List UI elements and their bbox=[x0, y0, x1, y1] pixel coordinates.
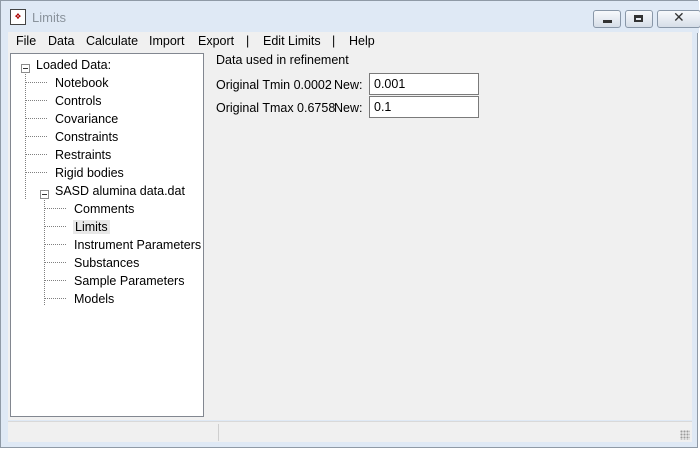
menu-import[interactable]: Import bbox=[149, 34, 184, 48]
menu-file[interactable]: File bbox=[16, 34, 36, 48]
tree-line bbox=[44, 196, 45, 305]
tree-line bbox=[44, 262, 66, 263]
tmin-new-input[interactable]: 0.001 bbox=[369, 73, 479, 95]
tree-item-substances[interactable]: Substances bbox=[74, 256, 139, 270]
tree-line bbox=[25, 136, 47, 137]
tree-line bbox=[44, 280, 66, 281]
status-bar bbox=[8, 421, 692, 442]
tmax-original-label: Original Tmax 0.6758 bbox=[216, 101, 336, 115]
tree-line bbox=[44, 244, 66, 245]
maximize-button[interactable] bbox=[625, 10, 653, 28]
tree-line bbox=[44, 208, 66, 209]
app-window: ❖ Limits ✕ File Data Calculate Import Ex… bbox=[0, 0, 700, 448]
client-area: Loaded Data: Notebook Controls Covarianc… bbox=[8, 50, 692, 420]
tmin-new-label: New: bbox=[334, 78, 363, 92]
tree-item-limits[interactable]: Limits bbox=[73, 220, 110, 234]
minimize-icon bbox=[603, 20, 612, 23]
tree-root-label[interactable]: Loaded Data: bbox=[36, 58, 111, 72]
tree-item-controls[interactable]: Controls bbox=[55, 94, 102, 108]
tree-item-covariance[interactable]: Covariance bbox=[55, 112, 118, 126]
status-separator bbox=[218, 424, 219, 441]
menu-help[interactable]: Help bbox=[349, 34, 375, 48]
tree-line bbox=[25, 154, 47, 155]
window-title: Limits bbox=[32, 10, 66, 25]
tree-item-comments[interactable]: Comments bbox=[74, 202, 134, 216]
limits-panel: Data used in refinement Original Tmin 0.… bbox=[213, 50, 688, 418]
close-icon: ✕ bbox=[673, 10, 685, 26]
tree-item-models[interactable]: Models bbox=[74, 292, 114, 306]
menu-separator: | bbox=[332, 34, 336, 48]
tmin-original-label: Original Tmin 0.0002 bbox=[216, 78, 332, 92]
tree-item-dataset[interactable]: SASD alumina data.dat bbox=[55, 184, 185, 198]
tree-line bbox=[25, 82, 47, 83]
menu-export[interactable]: Export bbox=[198, 34, 234, 48]
tree-item-notebook[interactable]: Notebook bbox=[55, 76, 109, 90]
tree-line bbox=[44, 226, 66, 227]
data-tree[interactable]: Loaded Data: Notebook Controls Covarianc… bbox=[10, 53, 204, 417]
maximize-icon bbox=[634, 15, 643, 22]
collapse-icon[interactable] bbox=[21, 64, 30, 73]
resize-grip-icon[interactable] bbox=[680, 430, 690, 440]
title-bar[interactable]: ❖ Limits ✕ bbox=[1, 1, 700, 33]
menu-data[interactable]: Data bbox=[48, 34, 74, 48]
close-button[interactable]: ✕ bbox=[657, 10, 700, 28]
gsas-logo-icon: ❖ bbox=[10, 9, 26, 25]
tree-line bbox=[25, 172, 47, 173]
tmax-new-input[interactable]: 0.1 bbox=[369, 96, 479, 118]
panel-heading: Data used in refinement bbox=[216, 53, 349, 67]
minimize-button[interactable] bbox=[593, 10, 621, 28]
menu-bar: File Data Calculate Import Export | Edit… bbox=[8, 32, 692, 50]
tree-line bbox=[25, 118, 47, 119]
tree-item-sample-parameters[interactable]: Sample Parameters bbox=[74, 274, 184, 288]
tree-line bbox=[25, 100, 47, 101]
tree-item-instrument-parameters[interactable]: Instrument Parameters bbox=[74, 238, 201, 252]
tree-item-restraints[interactable]: Restraints bbox=[55, 148, 111, 162]
menu-edit-limits[interactable]: Edit Limits bbox=[263, 34, 321, 48]
tree-item-rigid-bodies[interactable]: Rigid bodies bbox=[55, 166, 124, 180]
collapse-icon[interactable] bbox=[40, 190, 49, 199]
tree-item-constraints[interactable]: Constraints bbox=[55, 130, 118, 144]
menu-separator: | bbox=[246, 34, 250, 48]
tree-line bbox=[44, 298, 66, 299]
menu-calculate[interactable]: Calculate bbox=[86, 34, 138, 48]
tmax-new-label: New: bbox=[334, 101, 363, 115]
